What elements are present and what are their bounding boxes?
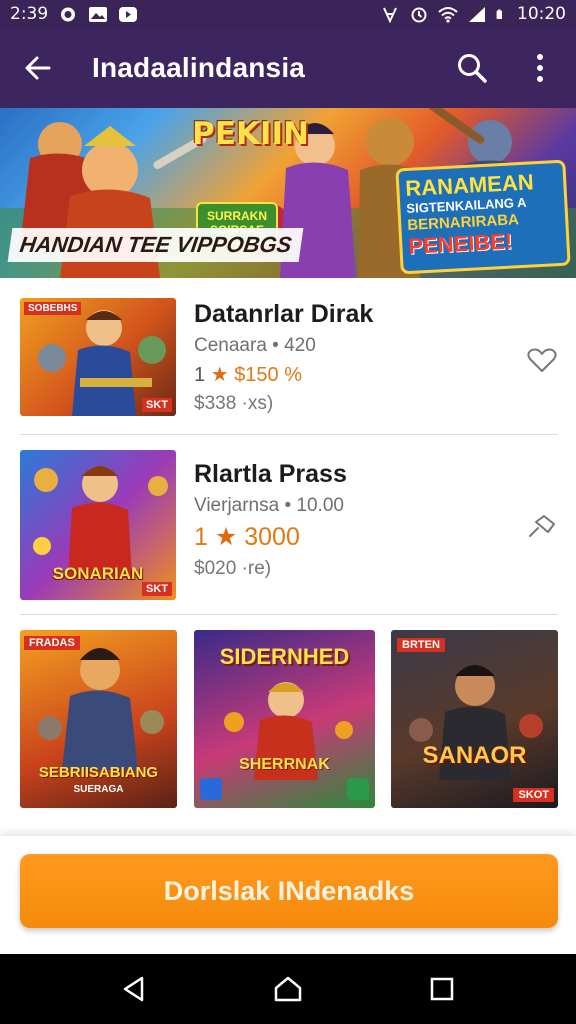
game-info: Datanrlar Dirak Cenaara • 420 1 ★ $150 %… bbox=[194, 300, 373, 415]
game-title: Rlartla Prass bbox=[194, 460, 347, 488]
battery-icon bbox=[496, 8, 502, 19]
star-icon: ★ bbox=[210, 364, 229, 386]
back-button[interactable] bbox=[18, 48, 58, 88]
rating-value: 3000 bbox=[244, 523, 300, 551]
game-price: $020 ·re) bbox=[194, 558, 272, 579]
game-rating: 1 ★ $150 % bbox=[194, 362, 373, 387]
signal-icon bbox=[469, 6, 485, 22]
grid-item[interactable]: FRADAS SEBRIISABIANG SUERAGA bbox=[20, 630, 177, 808]
nav-back-button[interactable] bbox=[114, 969, 154, 1009]
grid-corner-badge: SKOT bbox=[513, 788, 554, 802]
thumbnail-caption: SONARIAN bbox=[52, 564, 144, 583]
nav-home-button[interactable] bbox=[268, 969, 308, 1009]
search-button[interactable] bbox=[452, 48, 492, 88]
image-notification-icon bbox=[89, 6, 108, 22]
pin-button[interactable] bbox=[524, 508, 560, 544]
banner-promo-box: RANAMEAN SIGTENKAILANG A BERNARIRABA PEN… bbox=[395, 159, 571, 275]
list-divider bbox=[20, 434, 558, 435]
game-price: $338 ·xs) bbox=[194, 393, 274, 414]
notification-app-icon bbox=[61, 7, 76, 21]
arrow-left-icon bbox=[25, 56, 51, 80]
list-item[interactable]: SONARIAN SKT Rlartla Prass Vierjarnsa • … bbox=[20, 450, 558, 600]
download-button[interactable]: Dorlslak INdenadks bbox=[20, 854, 558, 928]
grid-artwork bbox=[409, 665, 543, 780]
page-title: Inadaalindansia bbox=[92, 52, 306, 83]
home-icon bbox=[274, 976, 302, 1002]
game-developer: Vierjarnsa • 10.00 bbox=[194, 495, 344, 516]
game-info: Rlartla Prass Vierjarnsa • 10.00 1 ★ 300… bbox=[194, 460, 347, 580]
status-clock: 10:20 bbox=[517, 4, 566, 24]
game-thumbnail: SONARIAN SKT bbox=[20, 450, 176, 600]
status-time: 2:39 bbox=[10, 4, 49, 24]
more-vert-icon bbox=[537, 54, 543, 82]
grid-item[interactable]: SIDERNHED SHERRNAK bbox=[194, 630, 375, 808]
grid-subcaption: SUERAGA bbox=[73, 784, 124, 795]
grid-caption: SHERRNAK bbox=[239, 756, 330, 773]
alarm-icon bbox=[411, 7, 427, 22]
grid-title: SIDERNHED bbox=[219, 644, 350, 669]
rating-prefix: 1 bbox=[194, 523, 208, 551]
rating-value: $150 % bbox=[234, 364, 303, 386]
game-thumbnail: SOBEBHS SKT bbox=[20, 298, 176, 416]
video-notification-icon bbox=[119, 6, 138, 22]
heart-outline-icon bbox=[527, 348, 557, 372]
pin-icon bbox=[529, 515, 555, 537]
grid-badge-right-icon bbox=[347, 778, 369, 800]
list-divider bbox=[20, 614, 558, 615]
bottom-action-area: Dorlslak INdenadks bbox=[0, 836, 576, 954]
game-rating: 1 ★ 3000 bbox=[194, 522, 347, 552]
wifi-icon bbox=[438, 6, 458, 23]
nav-recent-button[interactable] bbox=[422, 969, 462, 1009]
game-title: Datanrlar Dirak bbox=[194, 300, 374, 328]
triangle-back-icon bbox=[123, 976, 144, 1002]
banner-promo-line4: PENEIBE! bbox=[407, 228, 513, 259]
grid-tag: FRADAS bbox=[24, 636, 80, 650]
search-icon bbox=[458, 54, 487, 83]
system-nav-bar bbox=[0, 954, 576, 1024]
grid-caption: SANAOR bbox=[422, 742, 527, 769]
promo-banner[interactable]: PEKIIN SURRAKN SOIRSAE HANDIAN TEE VIPPO… bbox=[0, 108, 576, 278]
banner-top-title: PEKIIN bbox=[192, 116, 309, 152]
thumbnail-corner-badge: SKT bbox=[142, 582, 172, 596]
game-developer: Cenaara • 420 bbox=[194, 335, 316, 356]
square-recent-icon bbox=[430, 977, 454, 1001]
grid-item[interactable]: BRTEN SANAOR SKOT bbox=[391, 630, 558, 808]
grid-caption: SEBRIISABIANG bbox=[38, 764, 159, 781]
grid-badge-left-icon bbox=[200, 778, 222, 800]
rating-prefix: 1 bbox=[194, 364, 206, 386]
star-icon: ★ bbox=[214, 523, 238, 551]
banner-bottom-text: HANDIAN TEE VIPPOBGS bbox=[7, 228, 304, 262]
list-item[interactable]: SOBEBHS SKT Datanrlar Dirak Cenaara • 42… bbox=[20, 298, 558, 416]
status-bar: 2:39 10:20 bbox=[0, 0, 576, 28]
nfc-icon bbox=[383, 7, 397, 23]
app-bar: Inadaalindansia bbox=[0, 28, 576, 108]
favorite-button[interactable] bbox=[524, 342, 560, 378]
app-screen: 2:39 10:20 Inadaalindansia PEKIIN SURRAK… bbox=[0, 0, 576, 1024]
thumbnail-corner-badge: SKT bbox=[142, 398, 172, 412]
more-options-button[interactable] bbox=[520, 48, 560, 88]
thumbnail-tag: SOBEBHS bbox=[24, 302, 82, 315]
grid-tag: BRTEN bbox=[397, 638, 445, 652]
grid-artwork bbox=[38, 648, 164, 770]
